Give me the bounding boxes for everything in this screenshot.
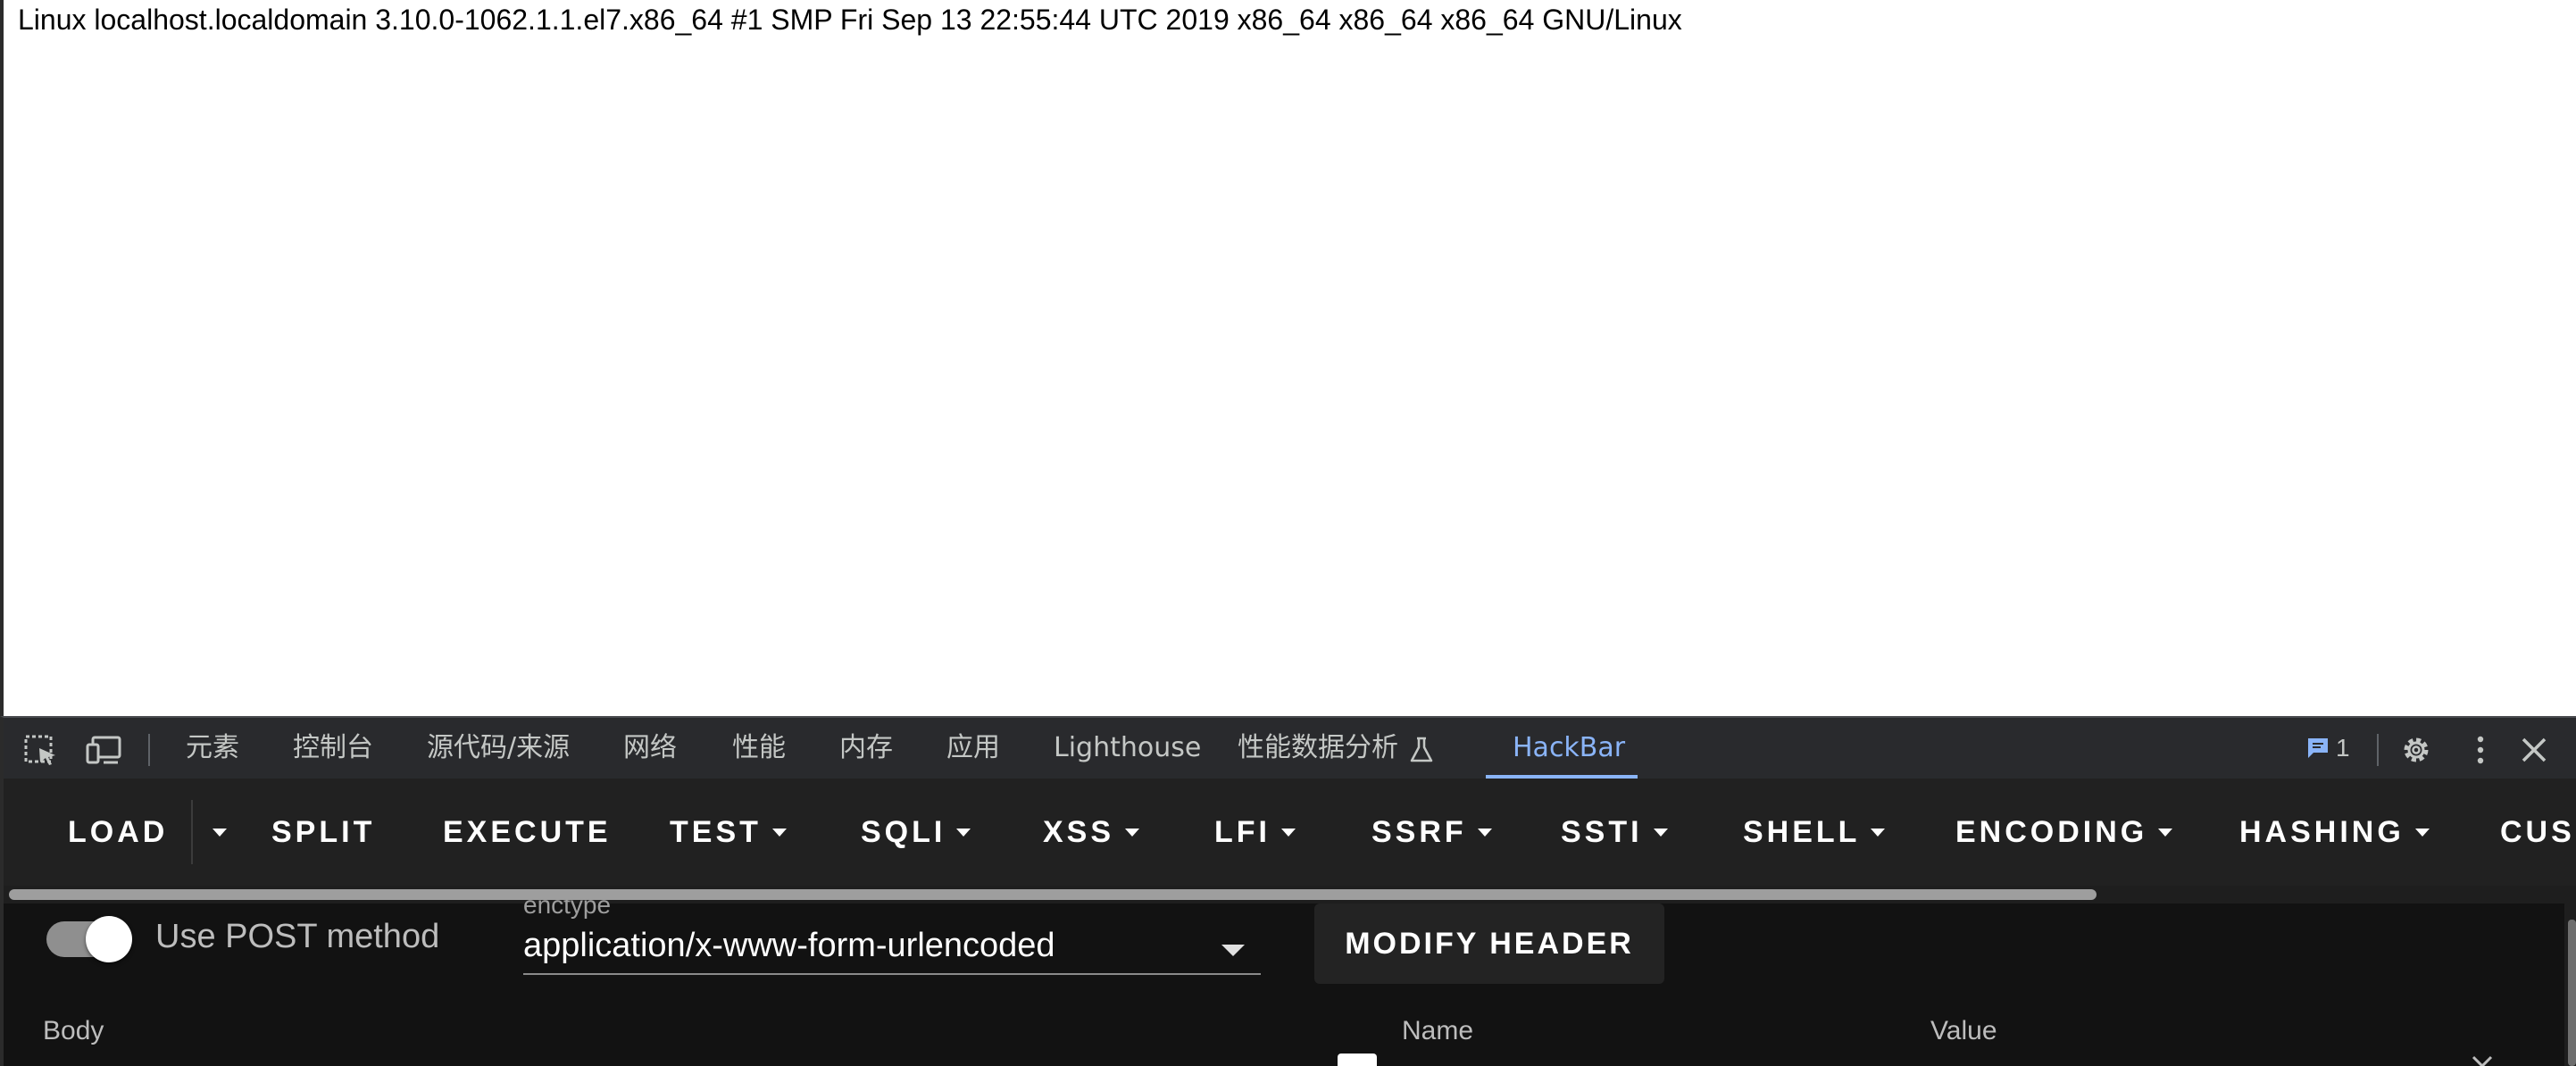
tab-bar-divider: [148, 734, 150, 766]
page-output-text: Linux localhost.localdomain 3.10.0-1062.…: [18, 4, 1682, 36]
lfi-label: LFI: [1214, 815, 1271, 849]
chevron-down-icon: [1477, 828, 1492, 837]
header-enable-checkbox[interactable]: [1338, 1054, 1377, 1066]
chevron-down-icon: [1653, 828, 1668, 837]
ssti-menu-button[interactable]: SSTI: [1561, 779, 1668, 886]
tab-lighthouse[interactable]: Lighthouse: [1054, 718, 1201, 779]
panel-vertical-scrollbar[interactable]: [2564, 904, 2576, 1066]
hackbar-toolbar: LOAD SPLIT EXECUTE TEST SQLI XSS LFI SSR…: [4, 779, 2576, 886]
modify-header-button[interactable]: MODIFY HEADER: [1314, 904, 1664, 984]
tab-memory[interactable]: 内存: [839, 718, 893, 779]
shell-menu-button[interactable]: SHELL: [1743, 779, 1886, 886]
tab-bar-right-divider: [2377, 734, 2379, 766]
hackbar-panel: LOAD SPLIT EXECUTE TEST SQLI XSS LFI SSR…: [0, 779, 2576, 1066]
tab-performance[interactable]: 性能: [732, 718, 786, 779]
chevron-down-icon: [771, 828, 787, 837]
post-method-toggle-knob[interactable]: [86, 916, 132, 962]
encoding-menu-button[interactable]: ENCODING: [1955, 779, 2173, 886]
more-options-icon[interactable]: [2463, 734, 2498, 766]
ssrf-label: SSRF: [1371, 815, 1467, 849]
load-split-divider: [191, 800, 193, 864]
header-value-label: Value: [1930, 1016, 1997, 1045]
chevron-down-icon: [213, 828, 227, 837]
execute-button[interactable]: EXECUTE: [443, 779, 612, 886]
tab-console[interactable]: 控制台: [293, 718, 373, 779]
header-name-label: Name: [1402, 1016, 1474, 1045]
device-toolbar-icon[interactable]: [86, 734, 121, 766]
vertical-scrollbar-thumb[interactable]: [2568, 920, 2576, 1066]
load-dropdown-button[interactable]: [202, 779, 227, 886]
post-method-label: Use POST method: [155, 918, 440, 955]
page-viewport: Linux localhost.localdomain 3.10.0-1062.…: [0, 0, 2576, 716]
close-icon[interactable]: [2516, 734, 2552, 766]
xss-label: XSS: [1043, 815, 1115, 849]
sqli-label: SQLI: [861, 815, 946, 849]
chevron-down-icon: [2414, 828, 2430, 837]
lfi-menu-button[interactable]: LFI: [1214, 779, 1296, 886]
chevron-down-icon: [956, 828, 971, 837]
body-label: Body: [43, 1016, 104, 1045]
message-icon: [2308, 738, 2328, 758]
tab-hackbar[interactable]: HackBar: [1513, 718, 1625, 779]
ssrf-menu-button[interactable]: SSRF: [1371, 779, 1492, 886]
xss-menu-button[interactable]: XSS: [1043, 779, 1140, 886]
issues-count: 1: [2336, 734, 2350, 762]
test-menu-button[interactable]: TEST: [670, 779, 787, 886]
shell-label: SHELL: [1743, 815, 1861, 849]
inspect-element-icon[interactable]: [23, 734, 59, 766]
gear-icon[interactable]: [2398, 734, 2434, 766]
dropdown-arrow-icon[interactable]: [1221, 945, 1245, 956]
devtools-tab-bar: 元素 控制台 源代码/来源 网络 性能 内存 应用 Lighthouse 性能数…: [0, 716, 2576, 779]
toolbar-horizontal-scrollbar[interactable]: [4, 886, 2576, 904]
enctype-select[interactable]: application/x-www-form-urlencoded: [523, 927, 1055, 965]
ssti-label: SSTI: [1561, 815, 1643, 849]
tab-application[interactable]: 应用: [946, 718, 1000, 779]
tab-performance-insights[interactable]: 性能数据分析: [1238, 718, 1398, 779]
issues-counter[interactable]: 1: [2305, 718, 2350, 779]
load-button[interactable]: LOAD: [68, 779, 168, 886]
tab-sources[interactable]: 源代码/来源: [427, 718, 570, 779]
scrollbar-thumb[interactable]: [9, 889, 2097, 900]
tab-elements[interactable]: 元素: [186, 718, 239, 779]
chevron-down-icon: [2158, 828, 2173, 837]
chevron-down-icon: [1871, 828, 1886, 837]
custom-menu-button[interactable]: CUS: [2500, 779, 2575, 886]
enctype-label: enctype: [523, 891, 612, 919]
split-button[interactable]: SPLIT: [271, 779, 375, 886]
hashing-menu-button[interactable]: HASHING: [2239, 779, 2430, 886]
remove-header-icon[interactable]: [2470, 1054, 2495, 1066]
enctype-underline: [523, 973, 1261, 975]
chevron-down-icon: [1280, 828, 1296, 837]
experimental-flask-icon: [1410, 737, 1433, 762]
hashing-label: HASHING: [2239, 815, 2405, 849]
sqli-menu-button[interactable]: SQLI: [861, 779, 971, 886]
test-label: TEST: [670, 815, 762, 849]
encoding-label: ENCODING: [1955, 815, 2148, 849]
chevron-down-icon: [1125, 828, 1140, 837]
tab-network[interactable]: 网络: [623, 718, 677, 779]
